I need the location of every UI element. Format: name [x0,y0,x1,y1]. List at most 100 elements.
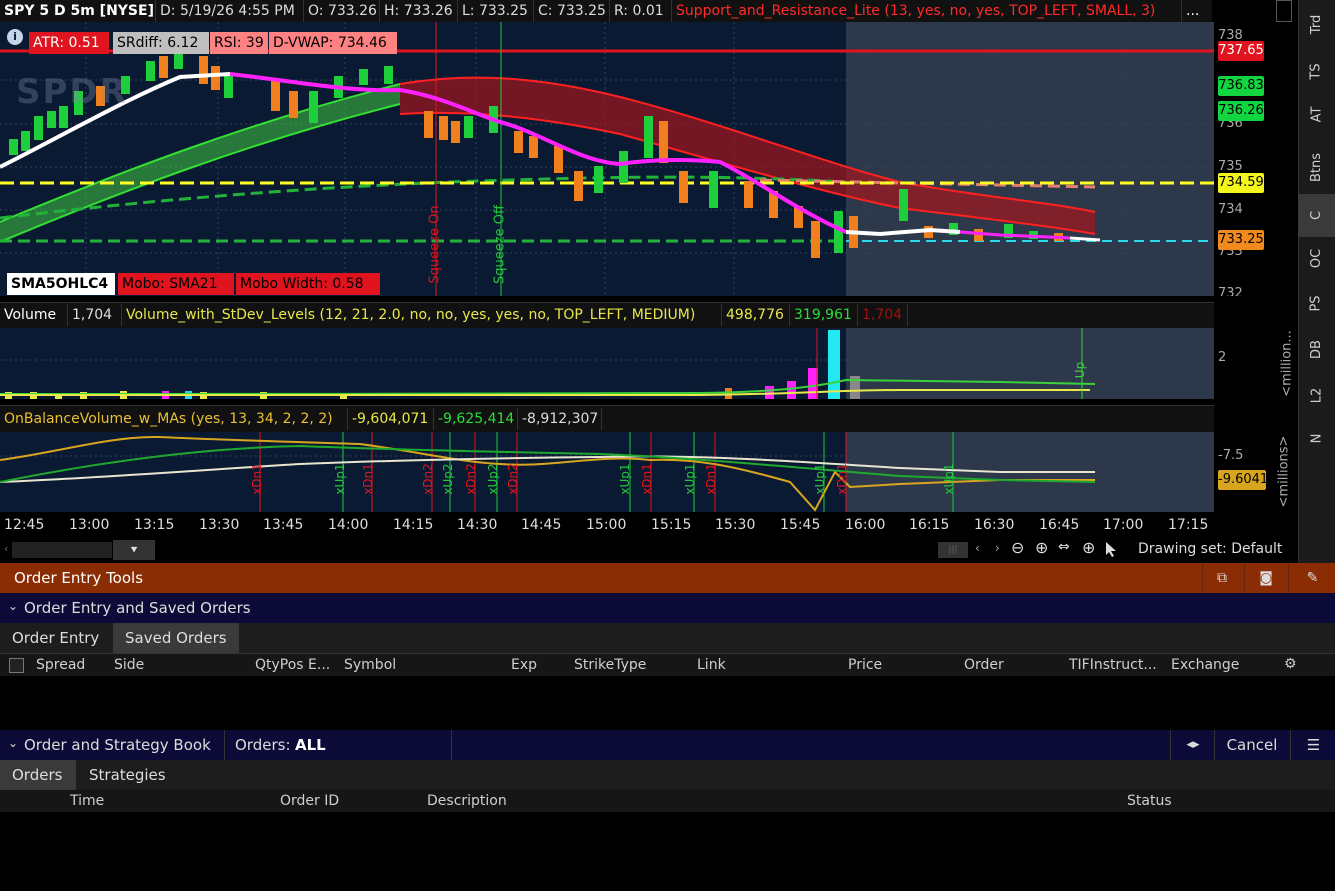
time-tick: 15:00 [586,517,627,533]
sma-chip: SMA5OHLC4 [7,273,115,295]
price-chip-last: 733.25 [1218,230,1264,250]
obv-axis-tick: -7.5 [1218,448,1244,463]
chevron-down-icon[interactable]: ⌄ [8,736,18,750]
time-tick: 17:15 [1168,517,1209,533]
scroll-back-icon[interactable]: ‹ [975,541,980,555]
col-tif[interactable]: TIFInstruct... [1069,654,1157,676]
select-all-checkbox[interactable] [9,658,24,673]
section-order-entry-saved[interactable]: ⌄ Order Entry and Saved Orders [0,593,1335,623]
mobo-width-chip: Mobo Width: 0.58 [236,273,380,295]
price-chart[interactable]: SPDR i ATR: 0.51 SRdiff: 6.12 RSI: 39 D-… [0,22,1214,296]
scrollbar-track[interactable] [12,542,112,558]
zoom-out-icon[interactable]: ⊖ [1011,538,1024,557]
obv-marker: xUp1 [333,463,347,495]
time-axis[interactable]: 12:45 13:00 13:15 13:30 13:45 14:00 14:1… [0,512,1214,538]
volume-label[interactable]: Volume [0,304,68,326]
tab-orders[interactable]: Orders [0,760,76,790]
column-settings-icon[interactable]: ⚙ [1284,656,1297,672]
col-symbol[interactable]: Symbol [344,654,396,676]
time-tick: 16:45 [1039,517,1080,533]
volume-v3: 1,704 [858,304,908,326]
pin-icon[interactable]: ✎ [1288,563,1335,593]
col-order-id[interactable]: Order ID [280,790,339,812]
time-tick: 14:45 [521,517,562,533]
menu-icon[interactable]: ☰ [1290,730,1335,760]
orders-filter-dropdown[interactable]: Orders: ALL [224,730,452,760]
section-title: Order and Strategy Book [24,736,211,754]
arrow-cursor-icon[interactable] [1105,541,1117,557]
time-tick: 15:45 [780,517,821,533]
side-tab-db[interactable]: DB [1298,328,1335,371]
volume-chart[interactable]: Up [0,328,1214,399]
tab-strategies[interactable]: Strategies [77,760,177,790]
more-studies[interactable]: ... [1182,0,1204,22]
col-status[interactable]: Status [1127,790,1172,812]
time-tick: 13:45 [263,517,304,533]
obv-marker: xDn1 [361,463,375,495]
saved-orders-body [0,676,1335,730]
obv-study-label[interactable]: OnBalanceVolume_w_MAs (yes, 13, 34, 2, 2… [0,408,348,430]
rsi-chip: RSI: 39 [210,32,268,54]
obv-marker: xUp1 [813,463,827,495]
volume-value: 1,704 [68,304,122,326]
side-tab-btns[interactable]: Btns [1298,146,1335,189]
drawing-set-label[interactable]: Drawing set: Default [1138,541,1282,557]
side-tab-trd[interactable]: Trd [1298,3,1335,46]
popout-icon[interactable]: ⧉ [1202,563,1241,593]
orders-filter-label: Orders: [235,736,291,754]
collapse-panel-button[interactable]: ⯆ [113,540,155,560]
col-side[interactable]: Side [114,654,144,676]
volume-v2: 319,961 [790,304,858,326]
price-tick: 732 [1218,286,1243,296]
side-tab-n[interactable]: N [1298,417,1335,460]
sr-study-label[interactable]: Support_and_Resistance_Lite (13, yes, no… [672,0,1182,22]
open-readout: O: 733.26 [304,0,380,22]
col-time[interactable]: Time [70,790,104,812]
side-tab-ts[interactable]: TS [1298,50,1335,93]
volume-study-label[interactable]: Volume_with_StDev_Levels (12, 21, 2.0, n… [122,304,722,326]
tab-order-entry[interactable]: Order Entry [0,623,112,653]
volume-header: Volume 1,704 Volume_with_StDev_Levels (1… [0,302,1214,329]
obv-axis[interactable]: -7.5 -9.6041 <millions> [1214,432,1298,512]
col-spread[interactable]: Spread [36,654,85,676]
scroll-left-icon[interactable]: ‹ [4,542,12,555]
obv-v3: -8,912,307 [518,408,602,430]
chevron-down-icon[interactable]: ⌄ [8,599,18,613]
side-tab-at[interactable]: AT [1298,93,1335,136]
side-tab-l2[interactable]: L2 [1298,374,1335,417]
obv-chart[interactable]: xDn1 xUp1 xDn1 xDn2 xUp2 xDn2 xUp2 xDn2 … [0,432,1214,512]
volume-axis-tick: 2 [1218,350,1227,365]
info-icon[interactable]: i [7,29,23,45]
zoom-in-icon[interactable]: ⊕ [1035,538,1048,557]
crosshair-icon[interactable]: ⊕ [1082,538,1095,557]
symbol-label[interactable]: SPY 5 D 5m [NYSE] [0,0,156,22]
camera-icon[interactable]: ◙ [1244,563,1287,593]
scroll-thumb[interactable]: ||| [938,542,968,558]
side-tab-oc[interactable]: OC [1298,237,1335,280]
side-tab-c[interactable]: C [1298,194,1335,237]
obv-marker: xUp1 [683,463,697,495]
expand-columns-icon[interactable]: ◂▸ [1170,730,1215,760]
scroll-forward-icon[interactable]: › [995,541,1000,555]
col-description[interactable]: Description [427,790,507,812]
section-title: Order Entry and Saved Orders [24,599,251,617]
side-tab-ps[interactable]: PS [1298,282,1335,325]
pan-icon[interactable]: ⇔ [1058,539,1070,555]
tab-saved-orders[interactable]: Saved Orders [113,623,239,653]
col-price[interactable]: Price [848,654,882,676]
mobo-chip: Mobo: SMA21 [118,273,234,295]
col-strike-type[interactable]: StrikeType [574,654,646,676]
cancel-button[interactable]: Cancel [1214,730,1289,760]
col-qty[interactable]: QtyPos E... [255,654,330,676]
col-exp[interactable]: Exp [511,654,537,676]
time-tick: 15:15 [651,517,692,533]
section-order-book[interactable]: ⌄ Order and Strategy Book Orders: ALL ◂▸… [0,730,1335,760]
order-tools-title: Order Entry Tools [14,569,144,587]
obv-marker: xDn2 [421,463,435,495]
order-tools-titlebar: Order Entry Tools ⧉ ◙ ✎ [0,563,1335,593]
col-link[interactable]: Link [697,654,726,676]
price-tick: 735 [1218,159,1243,174]
col-exchange[interactable]: Exchange [1171,654,1239,676]
volume-axis[interactable]: 2 <million... [1214,328,1298,399]
col-order[interactable]: Order [964,654,1004,676]
